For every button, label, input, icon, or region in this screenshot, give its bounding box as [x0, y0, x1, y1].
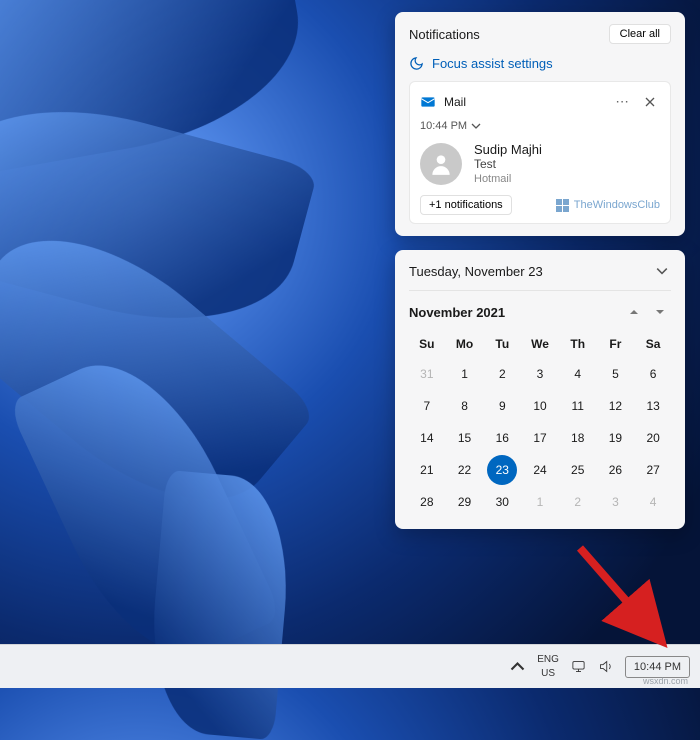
- chevron-up-icon: [510, 659, 525, 674]
- today-date-label: Tuesday, November 23: [409, 264, 543, 279]
- calendar-day[interactable]: 21: [409, 455, 445, 485]
- calendar-day[interactable]: 22: [447, 455, 483, 485]
- calendar-day[interactable]: 15: [447, 423, 483, 453]
- volume-tray-icon[interactable]: [598, 659, 613, 674]
- mail-sender: Sudip Majhi: [474, 142, 542, 157]
- dow-header: Fr: [598, 331, 634, 357]
- focus-assist-label: Focus assist settings: [432, 56, 553, 71]
- calendar-day[interactable]: 6: [635, 359, 671, 389]
- person-icon: [428, 151, 454, 177]
- chevron-down-icon: [471, 121, 481, 131]
- avatar: [420, 143, 462, 185]
- caret-up-icon: [629, 307, 639, 317]
- clear-all-button[interactable]: Clear all: [609, 24, 671, 44]
- calendar-day[interactable]: 16: [484, 423, 520, 453]
- notification-more-button[interactable]: ⋯: [612, 92, 632, 112]
- dow-header: Sa: [635, 331, 671, 357]
- wallpaper-petal: [144, 470, 296, 740]
- dow-header: Tu: [484, 331, 520, 357]
- dow-header: Th: [560, 331, 596, 357]
- notification-close-button[interactable]: [640, 92, 660, 112]
- calendar-day[interactable]: 28: [409, 487, 445, 517]
- calendar-panel: Tuesday, November 23 November 2021 SuMoT…: [395, 250, 685, 529]
- notifications-title: Notifications: [409, 27, 480, 42]
- dow-header: Su: [409, 331, 445, 357]
- notification-time-row[interactable]: 10:44 PM: [420, 120, 660, 132]
- next-month-button[interactable]: [649, 301, 671, 323]
- mail-app-name: Mail: [444, 95, 604, 109]
- calendar-day[interactable]: 25: [560, 455, 596, 485]
- chevron-down-icon: [656, 265, 668, 277]
- calendar-day[interactable]: 31: [409, 359, 445, 389]
- language-top: ENG: [537, 655, 559, 665]
- taskbar: ENG US 10:44 PM: [0, 644, 700, 688]
- caret-down-icon: [655, 307, 665, 317]
- calendar-day[interactable]: 5: [598, 359, 634, 389]
- network-icon: [571, 659, 586, 674]
- watermark-text: TheWindowsClub: [574, 199, 660, 211]
- calendar-day[interactable]: 13: [635, 391, 671, 421]
- calendar-day[interactable]: 3: [522, 359, 558, 389]
- calendar-day[interactable]: 29: [447, 487, 483, 517]
- notification-time: 10:44 PM: [420, 120, 467, 132]
- dow-header: Mo: [447, 331, 483, 357]
- windows-logo-icon: [556, 199, 569, 212]
- annotation-arrow: [562, 538, 682, 658]
- calendar-day[interactable]: 2: [560, 487, 596, 517]
- calendar-day[interactable]: 3: [598, 487, 634, 517]
- calendar-day[interactable]: 12: [598, 391, 634, 421]
- month-label: November 2021: [409, 305, 505, 320]
- mail-subject: Test: [474, 157, 542, 171]
- dow-header: We: [522, 331, 558, 357]
- calendar-day[interactable]: 7: [409, 391, 445, 421]
- calendar-day[interactable]: 4: [635, 487, 671, 517]
- language-indicator[interactable]: ENG US: [537, 655, 559, 679]
- calendar-day[interactable]: 9: [484, 391, 520, 421]
- calendar-day[interactable]: 26: [598, 455, 634, 485]
- calendar-day[interactable]: 10: [522, 391, 558, 421]
- notifications-panel: Notifications Clear all Focus assist set…: [395, 12, 685, 236]
- mail-account: Hotmail: [474, 173, 542, 185]
- calendar-day[interactable]: 30: [484, 487, 520, 517]
- clock-time: 10:44 PM: [634, 661, 681, 673]
- calendar-grid: SuMoTuWeThFrSa31123456789101112131415161…: [409, 331, 671, 517]
- calendar-day[interactable]: 27: [635, 455, 671, 485]
- prev-month-button[interactable]: [623, 301, 645, 323]
- mail-notification-card[interactable]: Mail ⋯ 10:44 PM Sudip Majhi Test Hotmail: [409, 81, 671, 224]
- calendar-day[interactable]: 8: [447, 391, 483, 421]
- focus-assist-link[interactable]: Focus assist settings: [409, 56, 671, 71]
- network-tray-icon[interactable]: [571, 659, 586, 674]
- speaker-icon: [598, 659, 613, 674]
- calendar-day[interactable]: 1: [447, 359, 483, 389]
- moon-icon: [409, 56, 424, 71]
- close-icon: [645, 97, 655, 107]
- calendar-day[interactable]: 19: [598, 423, 634, 453]
- calendar-day[interactable]: 4: [560, 359, 596, 389]
- calendar-day[interactable]: 2: [484, 359, 520, 389]
- calendar-day[interactable]: 17: [522, 423, 558, 453]
- collapse-calendar-button[interactable]: [653, 262, 671, 280]
- taskbar-clock[interactable]: 10:44 PM: [625, 656, 690, 678]
- calendar-day[interactable]: 1: [522, 487, 558, 517]
- page-subtext: wsxdn.com: [643, 676, 688, 686]
- watermark: TheWindowsClub: [556, 199, 660, 212]
- calendar-day[interactable]: 20: [635, 423, 671, 453]
- calendar-day[interactable]: 24: [522, 455, 558, 485]
- calendar-day[interactable]: 18: [560, 423, 596, 453]
- calendar-day-today[interactable]: 23: [487, 455, 517, 485]
- language-bottom: US: [541, 669, 555, 679]
- tray-chevron-button[interactable]: [510, 659, 525, 674]
- mail-app-icon: [420, 94, 436, 110]
- expand-notifications-button[interactable]: +1 notifications: [420, 195, 512, 215]
- calendar-day[interactable]: 11: [560, 391, 596, 421]
- calendar-day[interactable]: 14: [409, 423, 445, 453]
